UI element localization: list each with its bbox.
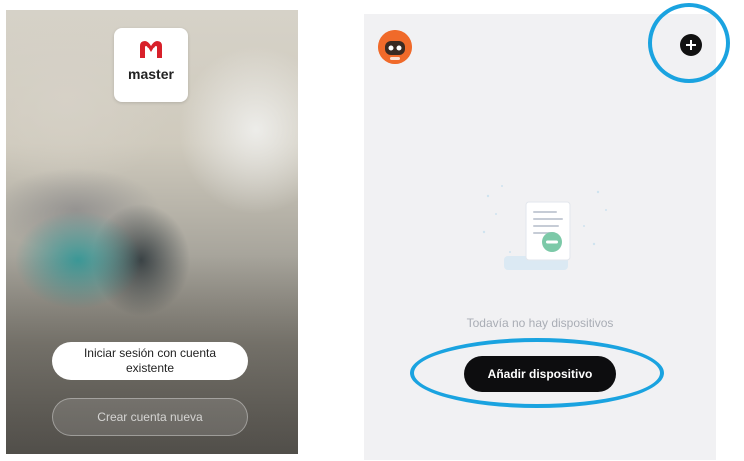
create-account-button[interactable]: Crear cuenta nueva xyxy=(52,398,248,436)
master-logo-icon xyxy=(140,41,162,58)
devices-screen: Todavía no hay dispositivos Añadir dispo… xyxy=(364,14,716,460)
logo-text: master xyxy=(128,66,174,82)
robot-avatar-icon[interactable] xyxy=(378,30,412,64)
add-device-plus-button[interactable] xyxy=(680,34,702,56)
login-existing-account-button[interactable]: Iniciar sesión con cuenta existente xyxy=(52,342,248,380)
login-screen: master Iniciar sesión con cuenta existen… xyxy=(6,10,298,454)
app-logo: master xyxy=(114,28,188,102)
plus-icon xyxy=(686,40,696,50)
add-device-button[interactable]: Añadir dispositivo xyxy=(464,356,616,392)
empty-state-illustration xyxy=(482,185,607,270)
no-devices-message: Todavía no hay dispositivos xyxy=(466,316,614,330)
